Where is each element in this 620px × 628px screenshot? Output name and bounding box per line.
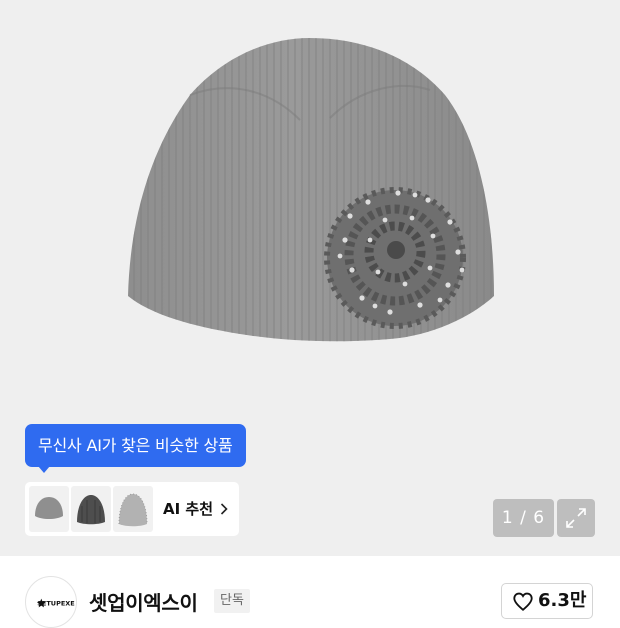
light-gray-beanie-thumbnail: [118, 493, 148, 527]
charcoal-beanie-thumbnail: [77, 495, 105, 525]
recommend-thumbnail[interactable]: [113, 486, 153, 532]
ai-recommend-card[interactable]: AI 추천: [25, 482, 239, 536]
image-page-indicator: 1 / 6: [493, 499, 554, 537]
recommend-thumbnail[interactable]: [71, 486, 111, 532]
heart-icon: [513, 592, 533, 612]
product-image-gallery[interactable]: 무신사 AI가 찾은 비슷한 상품 AI 추천 1 / 6: [0, 0, 620, 556]
brand-name[interactable]: 셋업이엑스이: [89, 587, 198, 616]
like-count: 6.3만: [538, 590, 587, 611]
brand-logo[interactable]: SETUPEXE: [25, 576, 77, 628]
chevron-right-icon: [220, 503, 228, 515]
brand-row: SETUPEXE 셋업이엑스이 단독 6.3만: [0, 556, 620, 628]
expand-icon: [566, 508, 586, 528]
like-button[interactable]: 6.3만: [501, 583, 593, 619]
ai-similar-products-tooltip: 무신사 AI가 찾은 비슷한 상품: [25, 424, 246, 467]
product-image-beanie: [128, 38, 494, 342]
brand-logo-text: SETUPEXE: [37, 600, 75, 608]
ai-recommend-label: AI 추천: [163, 500, 214, 518]
tooltip-arrow: [38, 466, 50, 473]
fullscreen-button[interactable]: [557, 499, 595, 537]
exclusive-badge: 단독: [214, 589, 250, 613]
recommend-thumbnail[interactable]: [29, 486, 69, 532]
gray-beanie-thumbnail: [35, 497, 63, 519]
